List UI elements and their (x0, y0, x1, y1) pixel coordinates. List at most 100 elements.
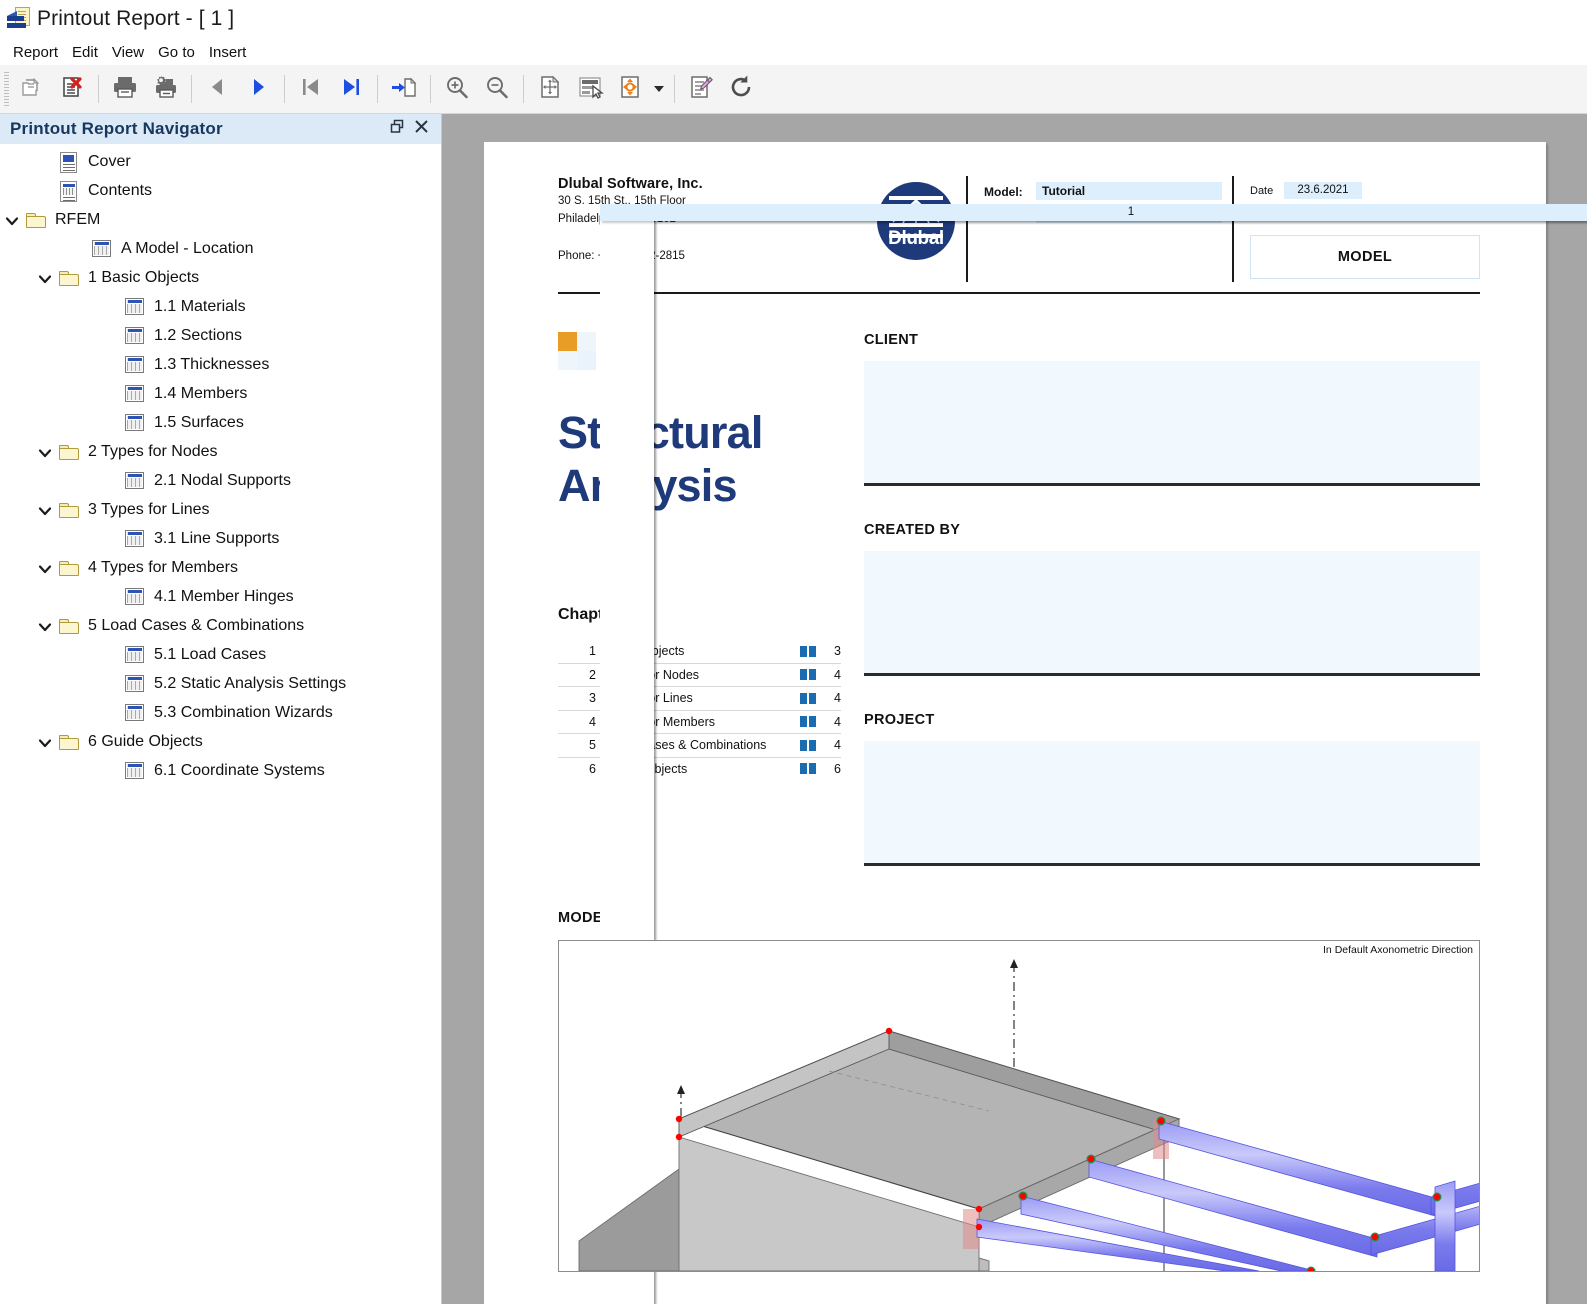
tree-item[interactable]: 1.1 Materials (0, 293, 441, 322)
tree-indent-spacer (99, 412, 123, 436)
open-report-button[interactable] (12, 69, 52, 109)
tree-item[interactable]: 5.2 Static Analysis Settings (0, 670, 441, 699)
zoom-in-button[interactable] (437, 69, 477, 109)
tree-item-label: 4.1 Member Hinges (154, 588, 294, 605)
navigator-undock-button[interactable] (385, 117, 409, 141)
zoom-out-button[interactable] (477, 69, 517, 109)
model-block: Model: Tutorial Slabs and platform (966, 176, 1232, 282)
toolbar-separator (377, 75, 378, 103)
book-icon (800, 763, 816, 775)
previous-page-button[interactable] (198, 69, 238, 109)
page-setup-icon (617, 74, 643, 105)
tree-item[interactable]: Cover (0, 148, 441, 177)
tree-item[interactable]: 5.1 Load Cases (0, 641, 441, 670)
tree-item[interactable]: 6.1 Coordinate Systems (0, 757, 441, 786)
project-field[interactable] (864, 741, 1480, 866)
model-figure[interactable]: In Default Axonometric Direction (558, 940, 1480, 1272)
tree-item[interactable]: 1 Basic Objects (0, 264, 441, 293)
logo-wordmark: Dlubal (888, 228, 944, 249)
tree-indent-spacer (99, 296, 123, 320)
report-header: Dlubal Software, Inc. 30 S. 15th St., 15… (558, 176, 1587, 1304)
report-tree[interactable]: Cover Contents RFEM A Model - Location 1 Bas… (0, 144, 441, 786)
toolbar-grip[interactable] (4, 72, 9, 106)
tree-item[interactable]: Contents (0, 177, 441, 206)
tree-item[interactable]: 1.3 Thicknesses (0, 351, 441, 380)
tree-item[interactable]: 5 Load Cases & Combinations (0, 612, 441, 641)
menu-item-view[interactable]: View (105, 42, 151, 63)
tree-item[interactable]: 1.4 Members (0, 380, 441, 409)
tree-item[interactable]: 4 Types for Members (0, 554, 441, 583)
tree-indent-spacer (99, 528, 123, 552)
tree-item-label: 5.3 Combination Wizards (154, 704, 333, 721)
tree-indent-spacer (99, 644, 123, 668)
tree-item-label: 1.1 Materials (154, 298, 246, 315)
next-page-button[interactable] (238, 69, 278, 109)
cover-page-icon (57, 151, 81, 174)
tree-item[interactable]: 6 Guide Objects (0, 728, 441, 757)
model-section-label: MODEL (558, 910, 612, 926)
model-section: MODEL In Default Axonometric Direction (558, 910, 1480, 1272)
last-page-button[interactable] (331, 69, 371, 109)
expand-collapse-chevron-down-icon[interactable] (0, 209, 24, 233)
tree-item-label: 2 Types for Nodes (88, 443, 218, 460)
fit-page-button[interactable] (530, 69, 570, 109)
menu-item-edit[interactable]: Edit (65, 42, 105, 63)
tree-item[interactable]: 2.1 Nodal Supports (0, 467, 441, 496)
dlubal-logo-icon: Dlubal (877, 182, 955, 260)
toolbar-separator (284, 75, 285, 103)
tree-item-label: 5.2 Static Analysis Settings (154, 675, 347, 692)
tree-item-label: 4 Types for Members (88, 559, 238, 576)
created-by-field[interactable] (864, 551, 1480, 676)
tree-item[interactable]: 3 Types for Lines (0, 496, 441, 525)
expand-collapse-chevron-down-icon[interactable] (33, 557, 57, 581)
table-icon (123, 761, 147, 783)
tree-item[interactable]: 2 Types for Nodes (0, 438, 441, 467)
tree-item[interactable]: 1.5 Surfaces (0, 409, 441, 438)
tree-item[interactable]: 3.1 Line Supports (0, 525, 441, 554)
print-settings-button[interactable] (145, 69, 185, 109)
cover-body: Structural Analysis Chapters 1Basic Obje… (558, 332, 1480, 866)
zoom-out-icon (484, 74, 510, 105)
tree-item-label: 1.4 Members (154, 385, 248, 402)
chapter-page-number: 4 (834, 691, 841, 706)
expand-collapse-chevron-down-icon[interactable] (33, 615, 57, 639)
expand-collapse-chevron-down-icon[interactable] (33, 441, 57, 465)
tree-item[interactable]: A Model - Location (0, 235, 441, 264)
edit-report-button[interactable] (681, 69, 721, 109)
tree-item-label: Cover (88, 153, 131, 170)
tree-item-label: 6 Guide Objects (88, 733, 203, 750)
print-button[interactable] (105, 69, 145, 109)
expand-collapse-chevron-down-icon[interactable] (33, 731, 57, 755)
client-field[interactable] (864, 361, 1480, 486)
delete-report-button[interactable] (52, 69, 92, 109)
tree-indent-spacer (99, 586, 123, 610)
tree-item[interactable]: 5.3 Combination Wizards (0, 699, 441, 728)
table-icon (123, 355, 147, 377)
open-report-icon (19, 74, 45, 105)
tree-item-label: 3.1 Line Supports (154, 530, 280, 547)
navigator-close-button[interactable] (409, 117, 433, 141)
expand-collapse-chevron-down-icon[interactable] (33, 267, 57, 291)
expand-collapse-chevron-down-icon[interactable] (33, 499, 57, 523)
tree-item-label: 6.1 Coordinate Systems (154, 762, 325, 779)
page-setup-dropdown[interactable] (650, 69, 668, 109)
menu-item-goto[interactable]: Go to (151, 42, 202, 63)
tree-item[interactable]: 1.2 Sections (0, 322, 441, 351)
deco-square-1 (558, 332, 577, 351)
menu-item-report[interactable]: Report (6, 42, 65, 63)
navigator-header: Printout Report Navigator (0, 114, 441, 144)
first-page-button[interactable] (291, 69, 331, 109)
page-setup-button[interactable] (610, 69, 650, 109)
menu-item-insert[interactable]: Insert (202, 42, 254, 63)
toolbar-separator (191, 75, 192, 103)
table-icon (123, 471, 147, 493)
document-viewer[interactable]: Dlubal Software, Inc. 30 S. 15th St., 15… (442, 114, 1587, 1304)
selection-button[interactable] (570, 69, 610, 109)
chapter-page-number: 3 (834, 644, 841, 659)
tree-item[interactable]: RFEM (0, 206, 441, 235)
deco-square-4 (577, 351, 596, 370)
edit-report-icon (688, 74, 714, 105)
refresh-button[interactable] (721, 69, 761, 109)
go-to-page-button[interactable] (384, 69, 424, 109)
tree-item[interactable]: 4.1 Member Hinges (0, 583, 441, 612)
